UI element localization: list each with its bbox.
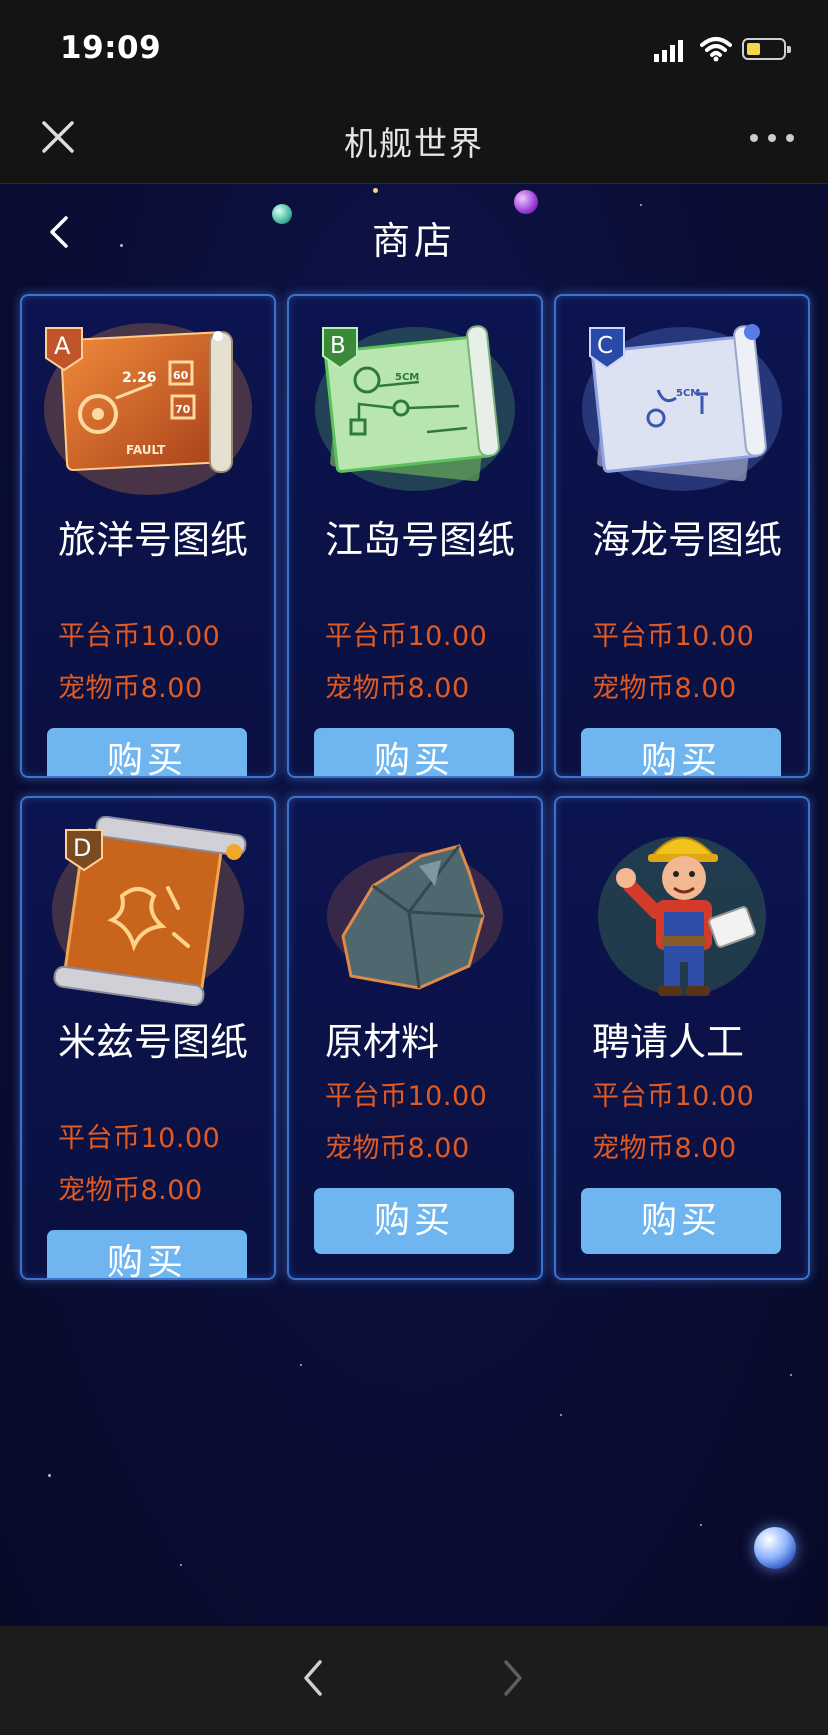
price-platform: 平台币10.00	[592, 1081, 755, 1112]
svg-text:5CM: 5CM	[676, 388, 700, 399]
shop-item-card: 2.26 60 70 FAULT A 旅洋号图纸 平台币10.00 宠物币8.0…	[20, 294, 276, 778]
shop-item-card: 5CM C 海龙号图纸 平台币10.00 宠物币8.00 购买	[554, 294, 810, 778]
svg-text:D: D	[73, 834, 91, 862]
price-pet: 宠物币8.00	[325, 673, 470, 704]
shop-item-card: 聘请人工 平台币10.00 宠物币8.00 购买	[554, 796, 810, 1280]
buy-button[interactable]: 购买	[47, 1230, 247, 1278]
item-name: 聘请人工	[592, 1020, 745, 1064]
buy-button[interactable]: 购买	[314, 1188, 514, 1254]
blueprint-green-icon: 5CM B	[315, 325, 515, 491]
star-decoration	[700, 1524, 702, 1526]
blueprint-blue-icon: 5CM C	[582, 324, 782, 491]
signal-icon	[654, 40, 683, 62]
svg-text:C: C	[597, 333, 613, 359]
svg-text:B: B	[330, 333, 346, 359]
buy-button[interactable]: 购买	[314, 728, 514, 776]
orb-decoration	[373, 188, 378, 193]
shop-item-card: D 米兹号图纸 平台币10.00 宠物币8.00 购买	[20, 796, 276, 1280]
svg-text:5CM: 5CM	[395, 372, 419, 383]
shop-item-card: 原材料 平台币10.00 宠物币8.00 购买	[287, 796, 543, 1280]
wifi-icon	[700, 37, 732, 62]
back-nav-icon[interactable]	[300, 1658, 326, 1698]
item-name: 江岛号图纸	[325, 518, 516, 562]
svg-text:2.26: 2.26	[122, 370, 157, 386]
status-bar: 19:09	[0, 0, 828, 95]
item-name: 海龙号图纸	[592, 518, 783, 562]
raw-ore-icon	[327, 844, 503, 990]
more-options-icon[interactable]	[750, 125, 794, 149]
price-platform: 平台币10.00	[325, 621, 488, 652]
blueprint-gold-icon: D	[52, 816, 247, 1006]
battery-icon	[742, 38, 791, 60]
blueprint-orange-icon: 2.26 60 70 FAULT A	[44, 323, 252, 495]
star-decoration	[48, 1474, 51, 1477]
star-decoration	[640, 204, 642, 206]
nav-bar: 机舰世界	[0, 95, 828, 184]
star-decoration	[180, 1564, 182, 1566]
price-platform: 平台币10.00	[58, 1123, 221, 1154]
svg-text:70: 70	[175, 403, 191, 416]
price-pet: 宠物币8.00	[325, 1133, 470, 1164]
orb-decoration	[754, 1527, 796, 1569]
forward-nav-icon[interactable]	[500, 1658, 526, 1698]
status-time: 19:09	[60, 30, 162, 66]
buy-button[interactable]: 购买	[581, 1188, 781, 1254]
buy-button[interactable]: 购买	[47, 728, 247, 776]
nav-title: 机舰世界	[344, 124, 484, 163]
star-decoration	[560, 1414, 562, 1416]
star-decoration	[300, 1364, 302, 1366]
price-platform: 平台币10.00	[592, 621, 755, 652]
svg-text:A: A	[54, 332, 71, 360]
bottom-nav-bar	[0, 1626, 828, 1735]
buy-button[interactable]: 购买	[581, 728, 781, 776]
worker-icon	[598, 836, 766, 996]
shop-item-card: 5CM B 江岛号图纸 平台币10.00 宠物币8.00 购买	[287, 294, 543, 778]
price-pet: 宠物币8.00	[58, 673, 203, 704]
price-pet: 宠物币8.00	[592, 673, 737, 704]
price-platform: 平台币10.00	[325, 1081, 488, 1112]
item-name: 原材料	[325, 1020, 440, 1064]
star-decoration	[790, 1374, 792, 1376]
shop-title: 商店	[371, 219, 456, 263]
svg-text:FAULT: FAULT	[126, 443, 166, 457]
price-pet: 宠物币8.00	[592, 1133, 737, 1164]
svg-text:60: 60	[173, 369, 189, 382]
game-area: 商店 2.26 60 70 FAULT A 旅洋号图纸 平台币10.00 宠物币…	[0, 184, 828, 1626]
item-name: 旅洋号图纸	[58, 518, 249, 562]
price-platform: 平台币10.00	[58, 621, 221, 652]
item-name: 米兹号图纸	[58, 1020, 249, 1064]
price-pet: 宠物币8.00	[58, 1175, 203, 1206]
